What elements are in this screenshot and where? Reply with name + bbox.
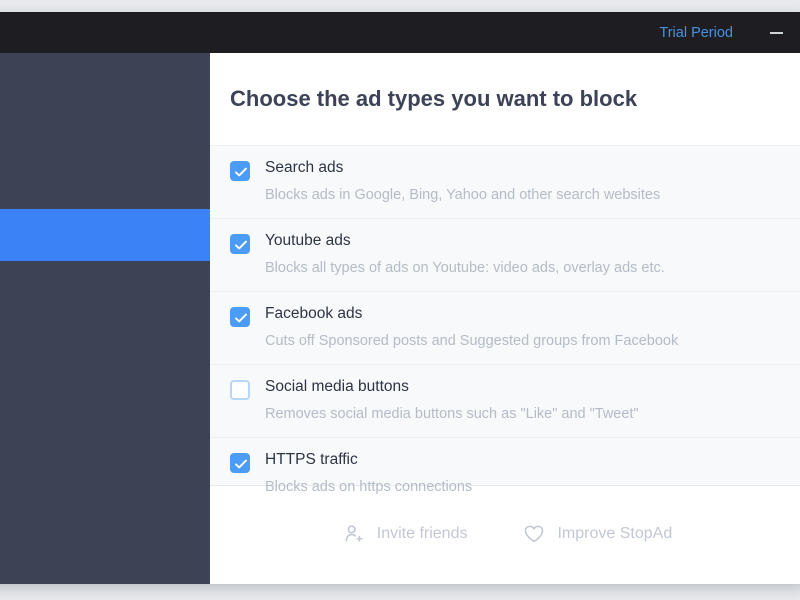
sidebar-item-web-assistant[interactable]: Web Assistant xyxy=(0,365,210,417)
option-text: HTTPS traffic Blocks ads on https connec… xyxy=(265,450,472,496)
minimize-icon xyxy=(770,32,783,34)
checkbox-facebook-ads[interactable] xyxy=(230,307,250,327)
sidebar: Block General settings Rules Editor Ad f… xyxy=(0,53,210,584)
improve-label: Improve StopAd xyxy=(557,525,672,543)
sidebar-item-video-filters[interactable]: Video Filters xyxy=(0,261,210,313)
option-label: Facebook ads xyxy=(265,304,678,324)
option-row-facebook-ads[interactable]: Facebook ads Cuts off Sponsored posts an… xyxy=(210,292,800,365)
content-footer: Invite friends Improve StopAd xyxy=(210,486,800,582)
content-header: Choose the ad types you want to block xyxy=(210,53,800,145)
heart-icon xyxy=(523,524,545,544)
minimize-button[interactable] xyxy=(755,12,797,53)
checkbox-youtube-ads[interactable] xyxy=(230,234,250,254)
option-row-search-ads[interactable]: Search ads Blocks ads in Google, Bing, Y… xyxy=(210,146,800,219)
title-bar-right: Trial Period xyxy=(659,12,800,53)
sidebar-item-applications[interactable]: Applications xyxy=(0,313,210,365)
option-label: Search ads xyxy=(265,158,660,178)
sidebar-item-ad-filters[interactable]: Ad filters xyxy=(0,209,210,261)
check-icon xyxy=(233,310,249,326)
option-label: HTTPS traffic xyxy=(265,450,472,470)
option-text: Facebook ads Cuts off Sponsored posts an… xyxy=(265,304,678,350)
person-add-icon xyxy=(343,523,365,545)
option-text: Search ads Blocks ads in Google, Bing, Y… xyxy=(265,158,660,204)
content-panel: Choose the ad types you want to block Se… xyxy=(210,53,800,584)
checkbox-social-media-buttons[interactable] xyxy=(230,380,250,400)
check-icon xyxy=(233,237,249,253)
ad-type-option-list: Search ads Blocks ads in Google, Bing, Y… xyxy=(210,145,800,486)
check-icon xyxy=(233,456,249,472)
sidebar-item-my-account[interactable]: My Account xyxy=(0,469,210,521)
sidebar-item-general-settings[interactable]: General settings xyxy=(0,105,210,157)
option-description: Blocks all types of ads on Youtube: vide… xyxy=(265,259,665,277)
check-icon xyxy=(233,164,249,180)
option-label: Youtube ads xyxy=(265,231,665,251)
sidebar-item-rules-editor[interactable]: Rules Editor xyxy=(0,157,210,209)
checkbox-https-traffic[interactable] xyxy=(230,453,250,473)
trial-period-link[interactable]: Trial Period xyxy=(659,25,733,41)
option-description: Cuts off Sponsored posts and Suggested g… xyxy=(265,332,678,350)
title-bar: StopAdPRO Trial Period xyxy=(0,12,800,53)
option-text: Youtube ads Blocks all types of ads on Y… xyxy=(265,231,665,277)
sidebar-item-about[interactable]: About xyxy=(0,521,210,573)
option-label: Social media buttons xyxy=(265,377,639,397)
checkbox-search-ads[interactable] xyxy=(230,161,250,181)
improve-button[interactable]: Improve StopAd xyxy=(523,524,672,544)
option-description: Removes social media buttons such as "Li… xyxy=(265,405,639,423)
option-row-social-media-buttons[interactable]: Social media buttons Removes social medi… xyxy=(210,365,800,438)
sidebar-item-block[interactable]: Block xyxy=(0,53,210,105)
option-description: Blocks ads in Google, Bing, Yahoo and ot… xyxy=(265,186,660,204)
invite-friends-button[interactable]: Invite friends xyxy=(343,523,468,545)
desktop-background: StopAdPRO Trial Period Block General set… xyxy=(0,0,800,600)
sidebar-item-invite-friends[interactable]: Invite Friends xyxy=(0,417,210,469)
page-title: Choose the ad types you want to block xyxy=(230,86,637,112)
option-description: Blocks ads on https connections xyxy=(265,478,472,496)
application-window: StopAdPRO Trial Period Block General set… xyxy=(0,12,800,584)
option-text: Social media buttons Removes social medi… xyxy=(265,377,639,423)
option-row-youtube-ads[interactable]: Youtube ads Blocks all types of ads on Y… xyxy=(210,219,800,292)
invite-friends-label: Invite friends xyxy=(377,525,468,543)
